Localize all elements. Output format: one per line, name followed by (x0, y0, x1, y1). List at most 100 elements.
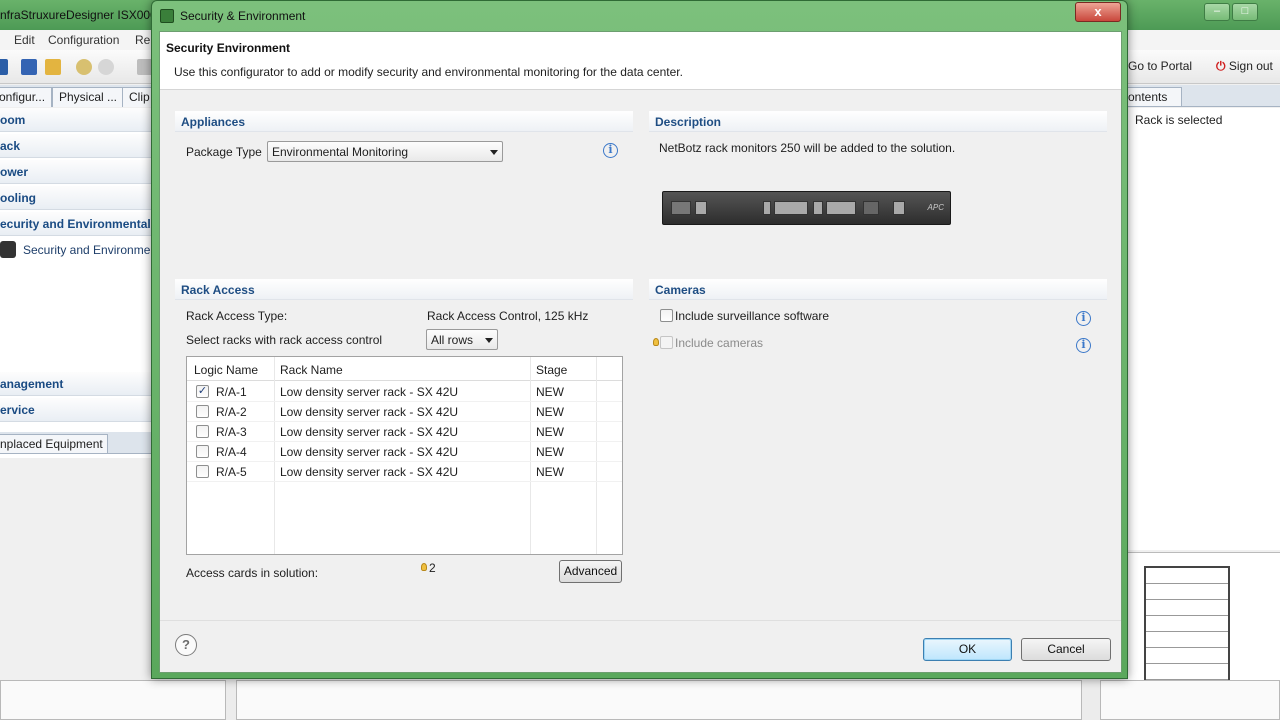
row-checkbox[interactable] (196, 405, 209, 418)
rack-name-cell: Low density server rack - SX 42U (280, 445, 459, 459)
category-management[interactable]: anagement (0, 372, 152, 396)
row-checkbox[interactable] (196, 465, 209, 478)
rack-monitor-icon (0, 241, 16, 258)
info-icon[interactable]: i (603, 143, 618, 158)
rack-name-cell: Low density server rack - SX 42U (280, 405, 459, 419)
maximize-icon[interactable]: □ (1232, 3, 1258, 21)
table-row[interactable]: ✓ R/A-1 Low density server rack - SX 42U… (187, 382, 622, 402)
bottom-panels (0, 680, 1280, 720)
rack-status-text: Rack is selected (1135, 113, 1223, 127)
row-checkbox[interactable]: ✓ (196, 385, 209, 398)
category-rack[interactable]: ack (0, 134, 152, 158)
menu-report[interactable]: Re (135, 33, 150, 47)
dialog-header: Security Environment Use this configurat… (160, 32, 1121, 90)
logic-name-cell: R/A-1 (216, 385, 247, 399)
include-cameras-label: Include cameras (675, 336, 764, 350)
logic-name-cell: R/A-2 (216, 405, 247, 419)
lightbulb-icon (653, 338, 659, 346)
sign-out-label: Sign out (1228, 59, 1273, 73)
table-row[interactable]: R/A-5 Low density server rack - SX 42U N… (187, 462, 622, 482)
column-rack-name[interactable]: Rack Name (280, 363, 343, 377)
redo-icon[interactable] (98, 59, 114, 75)
new-icon[interactable] (0, 59, 8, 75)
logic-name-cell: R/A-5 (216, 465, 247, 479)
open-folder-icon[interactable] (45, 59, 61, 75)
surveillance-software-checkbox[interactable] (660, 309, 673, 322)
security-environment-dialog: Security & Environment x Security Enviro… (151, 0, 1128, 679)
app-title: nfraStruxureDesigner ISX000 (0, 8, 157, 22)
cancel-button[interactable]: Cancel (1021, 638, 1111, 661)
lightbulb-icon (421, 563, 427, 571)
rows-dropdown-value: All rows (431, 333, 474, 347)
dialog-heading: Security Environment (166, 41, 291, 55)
category-security[interactable]: ecurity and Environmental (0, 212, 152, 236)
minimize-icon[interactable]: – (1204, 3, 1230, 21)
device-brand: APC (927, 203, 944, 212)
dialog-body: Security Environment Use this configurat… (159, 31, 1122, 673)
rack-name-cell: Low density server rack - SX 42U (280, 465, 459, 479)
menu-configuration[interactable]: Configuration (48, 33, 119, 47)
package-type-dropdown[interactable]: Environmental Monitoring (267, 141, 503, 162)
right-tab-strip: ontents (1128, 85, 1280, 107)
package-type-label: Package Type (186, 145, 262, 159)
info-icon[interactable]: i (1076, 311, 1091, 326)
rack-name-cell: Low density server rack - SX 42U (280, 385, 459, 399)
info-icon[interactable]: i (1076, 338, 1091, 353)
row-checkbox[interactable] (196, 445, 209, 458)
sign-out-link[interactable]: ⏻ Sign out (1216, 59, 1273, 74)
stage-cell: NEW (536, 385, 564, 399)
close-icon[interactable]: x (1075, 2, 1121, 22)
description-section-header: Description (649, 111, 1107, 132)
access-cards-value: 2 (429, 561, 436, 575)
undo-icon[interactable] (76, 59, 92, 75)
category-power[interactable]: ower (0, 160, 152, 184)
netbotz-device-image: APC (662, 191, 951, 225)
menu-edit[interactable]: Edit (14, 33, 35, 47)
chevron-down-icon (485, 338, 493, 343)
ok-button[interactable]: OK (923, 638, 1012, 661)
column-stage[interactable]: Stage (536, 363, 567, 377)
tab-unplaced-equipment[interactable]: nplaced Equipment (0, 434, 108, 454)
tab-physical[interactable]: Physical ... (52, 87, 125, 107)
table-row[interactable]: R/A-3 Low density server rack - SX 42U N… (187, 422, 622, 442)
top-right-links: Go to Portal ⏻ Sign out (1128, 50, 1280, 84)
category-cooling[interactable]: ooling (0, 186, 152, 210)
surveillance-software-label: Include surveillance software (675, 309, 830, 323)
help-icon[interactable]: ? (175, 634, 197, 656)
rack-access-type-label: Rack Access Type: (186, 309, 288, 323)
dialog-footer: ? OK Cancel (160, 620, 1121, 672)
package-type-value: Environmental Monitoring (272, 145, 409, 159)
table-row[interactable]: R/A-4 Low density server rack - SX 42U N… (187, 442, 622, 462)
security-environment-item[interactable]: Security and Environmen (0, 240, 152, 260)
category-service[interactable]: ervice (0, 398, 152, 422)
table-header: Logic Name Rack Name Stage (187, 357, 622, 381)
rack-access-section-header: Rack Access (175, 279, 633, 300)
column-logic-name[interactable]: Logic Name (194, 363, 258, 377)
rows-dropdown[interactable]: All rows (426, 329, 498, 350)
category-room[interactable]: oom (0, 108, 152, 132)
logic-name-cell: R/A-3 (216, 425, 247, 439)
go-to-portal-link[interactable]: Go to Portal (1128, 59, 1192, 73)
save-icon[interactable] (21, 59, 37, 75)
row-checkbox[interactable] (196, 425, 209, 438)
appliances-section-header: Appliances (175, 111, 633, 132)
app-icon (160, 9, 174, 23)
table-row[interactable]: R/A-2 Low density server rack - SX 42U N… (187, 402, 622, 422)
security-environment-label: Security and Environmen (23, 243, 152, 257)
description-text: NetBotz rack monitors 250 will be added … (659, 141, 956, 155)
tab-contents[interactable]: ontents (1128, 87, 1183, 107)
left-tab-strip: onfigur... Physical ... Clip (0, 85, 160, 107)
advanced-button[interactable]: Advanced (559, 560, 622, 583)
rack-access-type-value: Rack Access Control, 125 kHz (427, 309, 589, 323)
rack-name-cell: Low density server rack - SX 42U (280, 425, 459, 439)
include-cameras-checkbox[interactable] (660, 336, 673, 349)
category-panel: oom ack ower ooling ecurity and Environm… (0, 108, 152, 458)
contents-panel: Rack is selected (1128, 108, 1280, 550)
stage-cell: NEW (536, 465, 564, 479)
stage-cell: NEW (536, 425, 564, 439)
rack-access-table: Logic Name Rack Name Stage ✓ R/A-1 Low d… (186, 356, 623, 555)
unplaced-equipment-tab-strip: nplaced Equipment (0, 432, 152, 454)
stage-cell: NEW (536, 405, 564, 419)
dialog-title-bar[interactable]: Security & Environment x (152, 1, 1127, 31)
tab-configuration[interactable]: onfigur... (0, 87, 53, 107)
